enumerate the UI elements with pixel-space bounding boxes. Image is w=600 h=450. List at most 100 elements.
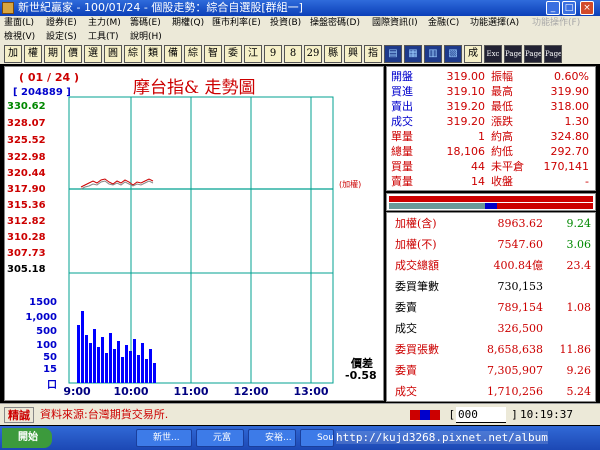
quote-value: 319.20 <box>446 115 486 128</box>
tool-button-county[interactable]: 縣 <box>324 45 342 63</box>
tool-button-futures[interactable]: 期 <box>44 45 62 63</box>
status-indicator-red <box>410 410 420 420</box>
table-icon[interactable]: ▥ <box>424 45 442 63</box>
quote-value: 292.70 <box>550 145 590 158</box>
index-extra: 9.24 <box>566 217 592 230</box>
start-button[interactable]: 開始 <box>2 428 52 448</box>
tool-button-index[interactable]: 加 <box>4 45 22 63</box>
tool-button-river[interactable]: 江 <box>244 45 262 63</box>
quote-row: 單量 1 約高 324.80 <box>387 129 597 144</box>
index-value: 730,153 <box>497 280 544 293</box>
menu-item-finance[interactable]: 金融(C) <box>428 16 459 30</box>
index-value: 8963.62 <box>497 217 544 230</box>
tool-button-price[interactable]: 價 <box>64 45 82 63</box>
tool-button-rise[interactable]: 興 <box>344 45 362 63</box>
tool-button-prepare[interactable]: 備 <box>164 45 182 63</box>
index-row: 委買筆數 730,153 <box>387 276 597 298</box>
tool-button-category[interactable]: 類 <box>144 45 162 63</box>
tool-button-page-2[interactable]: Page <box>524 45 542 63</box>
quote-label: 未平倉 <box>491 160 524 173</box>
tool-button-exc[interactable]: Exc <box>484 45 502 63</box>
menu-item-trading-code[interactable]: 操盤密碼(D) <box>310 16 360 30</box>
tool-button-finger[interactable]: 指 <box>364 45 382 63</box>
tool-button-round[interactable]: 圓 <box>104 45 122 63</box>
menu-item-main-force[interactable]: 主力(M) <box>88 16 121 30</box>
index-extra: 1.08 <box>566 301 592 314</box>
tool-button-composite[interactable]: 綜 <box>124 45 142 63</box>
quote-row: 成交 319.20 漲跌 1.30 <box>387 114 597 129</box>
close-button[interactable]: × <box>580 1 594 15</box>
index-row: 成交 326,500 <box>387 318 597 340</box>
window-title: 新世紀贏家 - 100/01/24 - 個股走勢：綜合自選股[群組一] <box>18 1 303 14</box>
index-label: 委賣 <box>395 301 417 314</box>
minimize-button[interactable]: _ <box>546 1 560 15</box>
menu-item-settings[interactable]: 設定(S) <box>46 30 77 44</box>
tool-button-8[interactable]: 8 <box>284 45 302 63</box>
quote-label: 成交 <box>391 115 413 128</box>
tool-button-29[interactable]: 29 <box>304 45 322 63</box>
quote-info-panel: 開盤 319.00 振幅 0.60% 買進 319.10 最高 319.90 賣… <box>386 66 596 191</box>
menu-item-intl-info[interactable]: 國際資訊(I) <box>372 16 418 30</box>
grid-icon[interactable]: ▦ <box>404 45 422 63</box>
menu-item-invest[interactable]: 投資(B) <box>270 16 301 30</box>
menu-item-help[interactable]: 說明(H) <box>130 30 162 44</box>
index-value: 400.84億 <box>493 259 544 272</box>
index-value: 1,710,256 <box>487 385 543 398</box>
menu-item-fx-rates[interactable]: 匯市利率(E) <box>212 16 261 30</box>
vendor-badge: 精誠 <box>4 407 34 423</box>
maximize-button[interactable]: □ <box>562 1 576 15</box>
time-tick: 13:00 <box>293 385 329 398</box>
taskbar-item[interactable]: 新世... <box>136 429 192 447</box>
index-label: 加權(含) <box>395 217 437 230</box>
volume-bars <box>77 311 156 383</box>
trend-chart-panel: ( 01 / 24 ) [ 204889 ] 摩台指& 走勢圖 (加權) 330… <box>4 66 384 401</box>
menu-item-tools[interactable]: 工具(T) <box>88 30 119 44</box>
taskbar-item[interactable]: Sound... <box>300 429 334 447</box>
tool-button-page-1[interactable]: Page <box>504 45 522 63</box>
index-label: 成交總額 <box>395 259 439 272</box>
volume-bar <box>93 329 96 383</box>
taskbar-item[interactable]: 安裕... <box>248 429 296 447</box>
tool-button-smart[interactable]: 智 <box>204 45 222 63</box>
taskbar-item[interactable]: 元富 <box>196 429 244 447</box>
chart-icon[interactable]: ▤ <box>384 45 402 63</box>
volume-bar <box>77 325 80 383</box>
menu-item-securities[interactable]: 證券(E) <box>46 16 77 30</box>
quote-value: 18,106 <box>446 145 486 158</box>
menu-item-screen[interactable]: 畫面(L) <box>4 16 34 30</box>
quote-label: 賣量 <box>391 175 413 188</box>
quote-value: 319.10 <box>446 85 486 98</box>
quote-row: 開盤 319.00 振幅 0.60% <box>387 69 597 84</box>
quote-row: 買進 319.10 最高 319.90 <box>387 84 597 99</box>
app-icon <box>2 2 14 14</box>
tool-button-order[interactable]: 委 <box>224 45 242 63</box>
tool-button-page-3[interactable]: Page <box>544 45 562 63</box>
time-tick: 12:00 <box>233 385 269 398</box>
toolbar: 加 權 期 價 選 圓 綜 類 備 綜 智 委 江 9 8 29 縣 興 指 ▤… <box>0 44 600 64</box>
volume-bar <box>121 357 124 383</box>
menu-item-view[interactable]: 檢視(V) <box>4 30 35 44</box>
index-row: 成交總額 400.84億 23.4 <box>387 255 597 277</box>
code-input[interactable]: 000 <box>456 407 506 423</box>
quote-row: 總量 18,106 約低 292.70 <box>387 144 597 159</box>
tool-button-weight[interactable]: 權 <box>24 45 42 63</box>
market-index-panel: 加權(含) 8963.62 9.24 加權(不) 7547.60 3.06 成交… <box>386 212 596 402</box>
quote-label: 收盤 <box>491 175 513 188</box>
tool-button-composite-2[interactable]: 綜 <box>184 45 202 63</box>
quote-value: - <box>585 175 589 188</box>
menu-item-chips[interactable]: 籌碼(E) <box>130 16 161 30</box>
index-label: 加權(不) <box>395 238 437 251</box>
tool-button-select[interactable]: 選 <box>84 45 102 63</box>
menu-item-options[interactable]: 期權(Q) <box>172 16 204 30</box>
tool-button-9[interactable]: 9 <box>264 45 282 63</box>
volume-bar <box>89 343 92 383</box>
tool-button-deal[interactable]: 成 <box>464 45 482 63</box>
list-icon[interactable]: ▧ <box>444 45 462 63</box>
volume-bar <box>97 347 100 383</box>
menu-item-function-ops[interactable]: 功能操作(F) <box>532 16 580 30</box>
quote-label: 總量 <box>391 145 413 158</box>
quote-row: 買量 44 未平倉 170,141 <box>387 159 597 174</box>
quote-value: 14 <box>471 175 485 188</box>
volume-bar <box>101 337 104 383</box>
menu-item-function-select[interactable]: 功能選擇(A) <box>470 16 519 30</box>
